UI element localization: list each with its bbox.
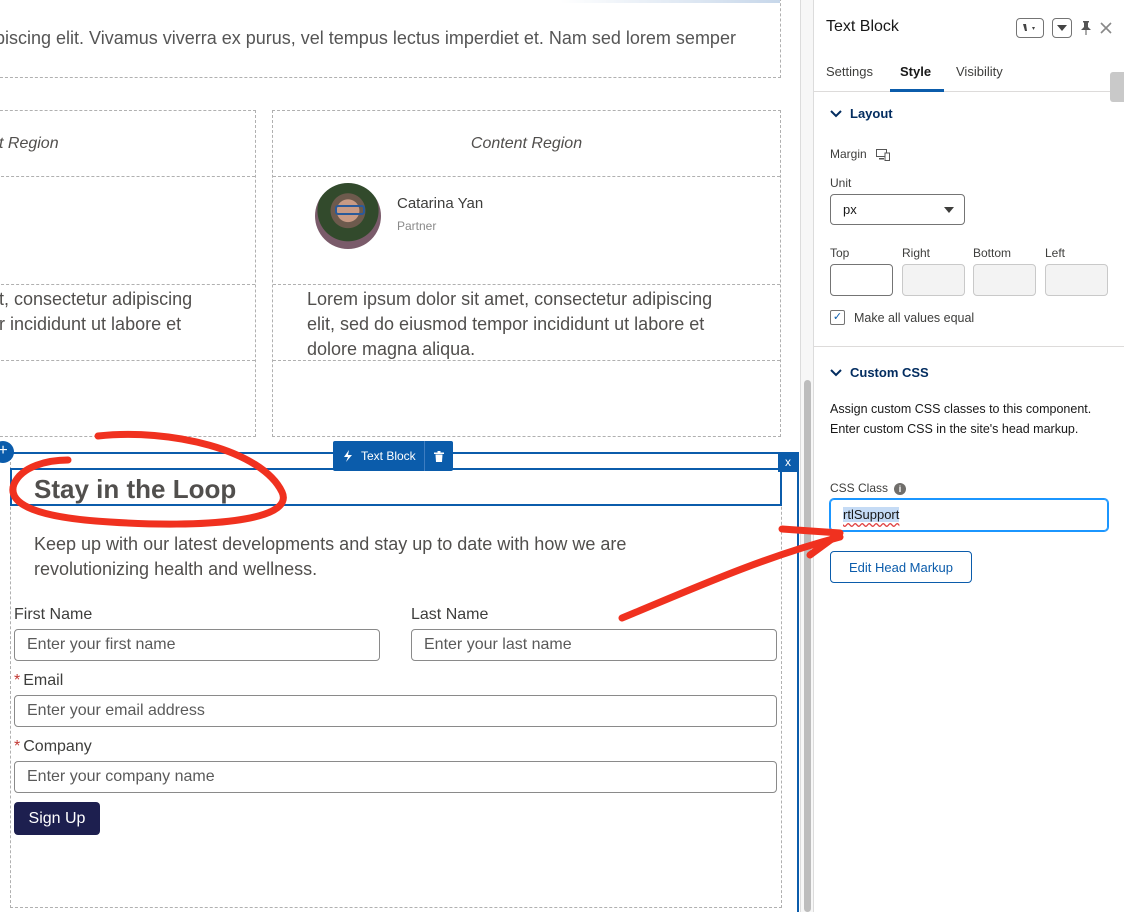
first-name-input[interactable] <box>14 629 380 661</box>
unit-label: Unit <box>830 176 852 190</box>
trash-icon <box>433 450 444 462</box>
theme-variant-button[interactable] <box>1016 18 1044 38</box>
custom-css-description: Assign custom CSS classes to this compon… <box>830 402 1092 436</box>
tab-settings[interactable]: Settings <box>826 64 873 79</box>
equal-values-label: Make all values equal <box>854 311 975 325</box>
last-name-input[interactable] <box>411 629 777 661</box>
page-canvas: ipiscing elit. Vivamus viverra ex purus,… <box>0 0 800 912</box>
content-region-right[interactable]: Content Region Catarina Yan Partner Lore… <box>272 110 781 437</box>
tab-style[interactable]: Style <box>900 64 931 79</box>
lorem-text-right: Lorem ipsum dolor sit amet, consectetur … <box>307 287 712 362</box>
css-class-value: rtlSupport <box>843 507 900 522</box>
close-icon[interactable] <box>1100 22 1112 34</box>
content-region-left[interactable]: t Region t, consectetur adipiscing r inc… <box>0 110 256 437</box>
region-title-right: Content Region <box>470 135 583 152</box>
device-icon[interactable] <box>876 148 891 161</box>
lorem-line: elit, sed do eiusmod tempor incididunt u… <box>307 314 705 334</box>
profile-name: Catarina Yan <box>397 195 484 212</box>
margin-top-input[interactable] <box>830 264 893 296</box>
company-label-text: Company <box>23 738 92 755</box>
unit-select[interactable]: px <box>830 194 965 225</box>
tab-visibility[interactable]: Visibility <box>956 64 1003 79</box>
margin-label: Margin <box>830 147 891 161</box>
css-class-label: CSS Class i <box>830 481 907 495</box>
layout-section-header[interactable]: Layout <box>830 106 893 121</box>
margin-bottom-input[interactable] <box>973 264 1036 296</box>
required-marker: * <box>14 738 21 755</box>
panel-tabs: Settings Style Visibility <box>814 52 1124 92</box>
first-name-label: First Name <box>14 606 93 623</box>
profile-role: Partner <box>397 219 437 233</box>
lightning-icon <box>344 450 352 462</box>
menu-dropdown-button[interactable] <box>1052 18 1072 38</box>
required-marker: * <box>14 672 21 689</box>
margin-left-label: Left <box>1045 246 1066 260</box>
panel-header-actions <box>1016 18 1112 38</box>
active-tab-indicator <box>890 89 944 92</box>
lorem-line: dolore magna aliqua. <box>307 339 476 359</box>
close-selection-button[interactable]: x <box>778 452 798 472</box>
lorem-line: r incididunt ut labore et <box>0 314 182 334</box>
last-name-label: Last Name <box>411 606 489 623</box>
lorem-text-left: t, consectetur adipiscing r incididunt u… <box>0 287 192 337</box>
margin-label-text: Margin <box>830 147 867 161</box>
margin-right-label: Right <box>902 246 931 260</box>
info-icon[interactable]: i <box>894 482 907 495</box>
selection-frame-right <box>797 452 799 912</box>
company-label: * Company <box>14 738 92 756</box>
chevron-down-icon <box>830 368 842 376</box>
region-title-left: t Region <box>0 135 59 152</box>
dropdown-caret-icon <box>944 207 954 213</box>
equal-values-checkbox[interactable]: ✓ <box>830 310 845 325</box>
panel-title: Text Block <box>826 18 899 35</box>
unit-value: px <box>843 202 857 217</box>
company-input[interactable] <box>14 761 777 793</box>
delete-component-button[interactable] <box>425 441 453 471</box>
region-header-right: Content Region <box>273 111 780 177</box>
top-paragraph: ipiscing elit. Vivamus viverra ex purus,… <box>0 28 736 48</box>
email-input[interactable] <box>14 695 777 727</box>
css-class-input[interactable]: rtlSupport <box>830 499 1108 531</box>
lorem-line: t, consectetur adipiscing <box>0 289 193 309</box>
lorem-block-left[interactable]: t, consectetur adipiscing r incididunt u… <box>0 284 255 361</box>
signup-section[interactable] <box>10 452 782 908</box>
margin-left-input[interactable] <box>1045 264 1108 296</box>
pin-icon[interactable] <box>1080 21 1092 35</box>
margin-bottom-label: Bottom <box>973 246 1012 260</box>
sign-up-button[interactable]: Sign Up <box>14 802 100 835</box>
custom-css-header-label: Custom CSS <box>850 365 929 380</box>
custom-css-section-header[interactable]: Custom CSS <box>830 365 929 380</box>
margin-right-input[interactable] <box>902 264 965 296</box>
component-toolbar[interactable]: Text Block <box>333 441 453 471</box>
css-class-label-text: CSS Class <box>830 481 889 495</box>
component-name: Text Block <box>361 449 416 463</box>
region-header-left: t Region <box>0 111 255 177</box>
chevron-down-icon <box>1057 25 1067 31</box>
scrollbar-thumb[interactable] <box>804 380 811 912</box>
edit-head-markup-button[interactable]: Edit Head Markup <box>830 551 972 583</box>
email-label-text: Email <box>23 672 64 689</box>
panel-collapse-handle[interactable] <box>1110 72 1124 102</box>
lorem-line: Lorem ipsum dolor sit amet, consectetur … <box>307 289 713 309</box>
top-text-block[interactable]: ipiscing elit. Vivamus viverra ex purus,… <box>0 0 781 78</box>
lorem-block-right[interactable]: Lorem ipsum dolor sit amet, consectetur … <box>273 284 780 361</box>
component-tag-label[interactable]: Text Block <box>333 441 425 471</box>
layout-header-label: Layout <box>850 106 893 121</box>
section-intro[interactable]: Keep up with our latest developments and… <box>34 532 674 582</box>
brush-icon <box>1023 24 1035 31</box>
section-heading[interactable]: Stay in the Loop <box>34 474 236 505</box>
email-label: * Email <box>14 672 63 690</box>
avatar <box>315 183 381 249</box>
properties-panel: Text Block Settings Style Visibility Lay… <box>814 0 1124 912</box>
chevron-down-icon <box>830 109 842 117</box>
canvas-scrollbar[interactable] <box>800 0 814 912</box>
margin-top-label: Top <box>830 246 850 260</box>
section-divider <box>814 346 1124 347</box>
